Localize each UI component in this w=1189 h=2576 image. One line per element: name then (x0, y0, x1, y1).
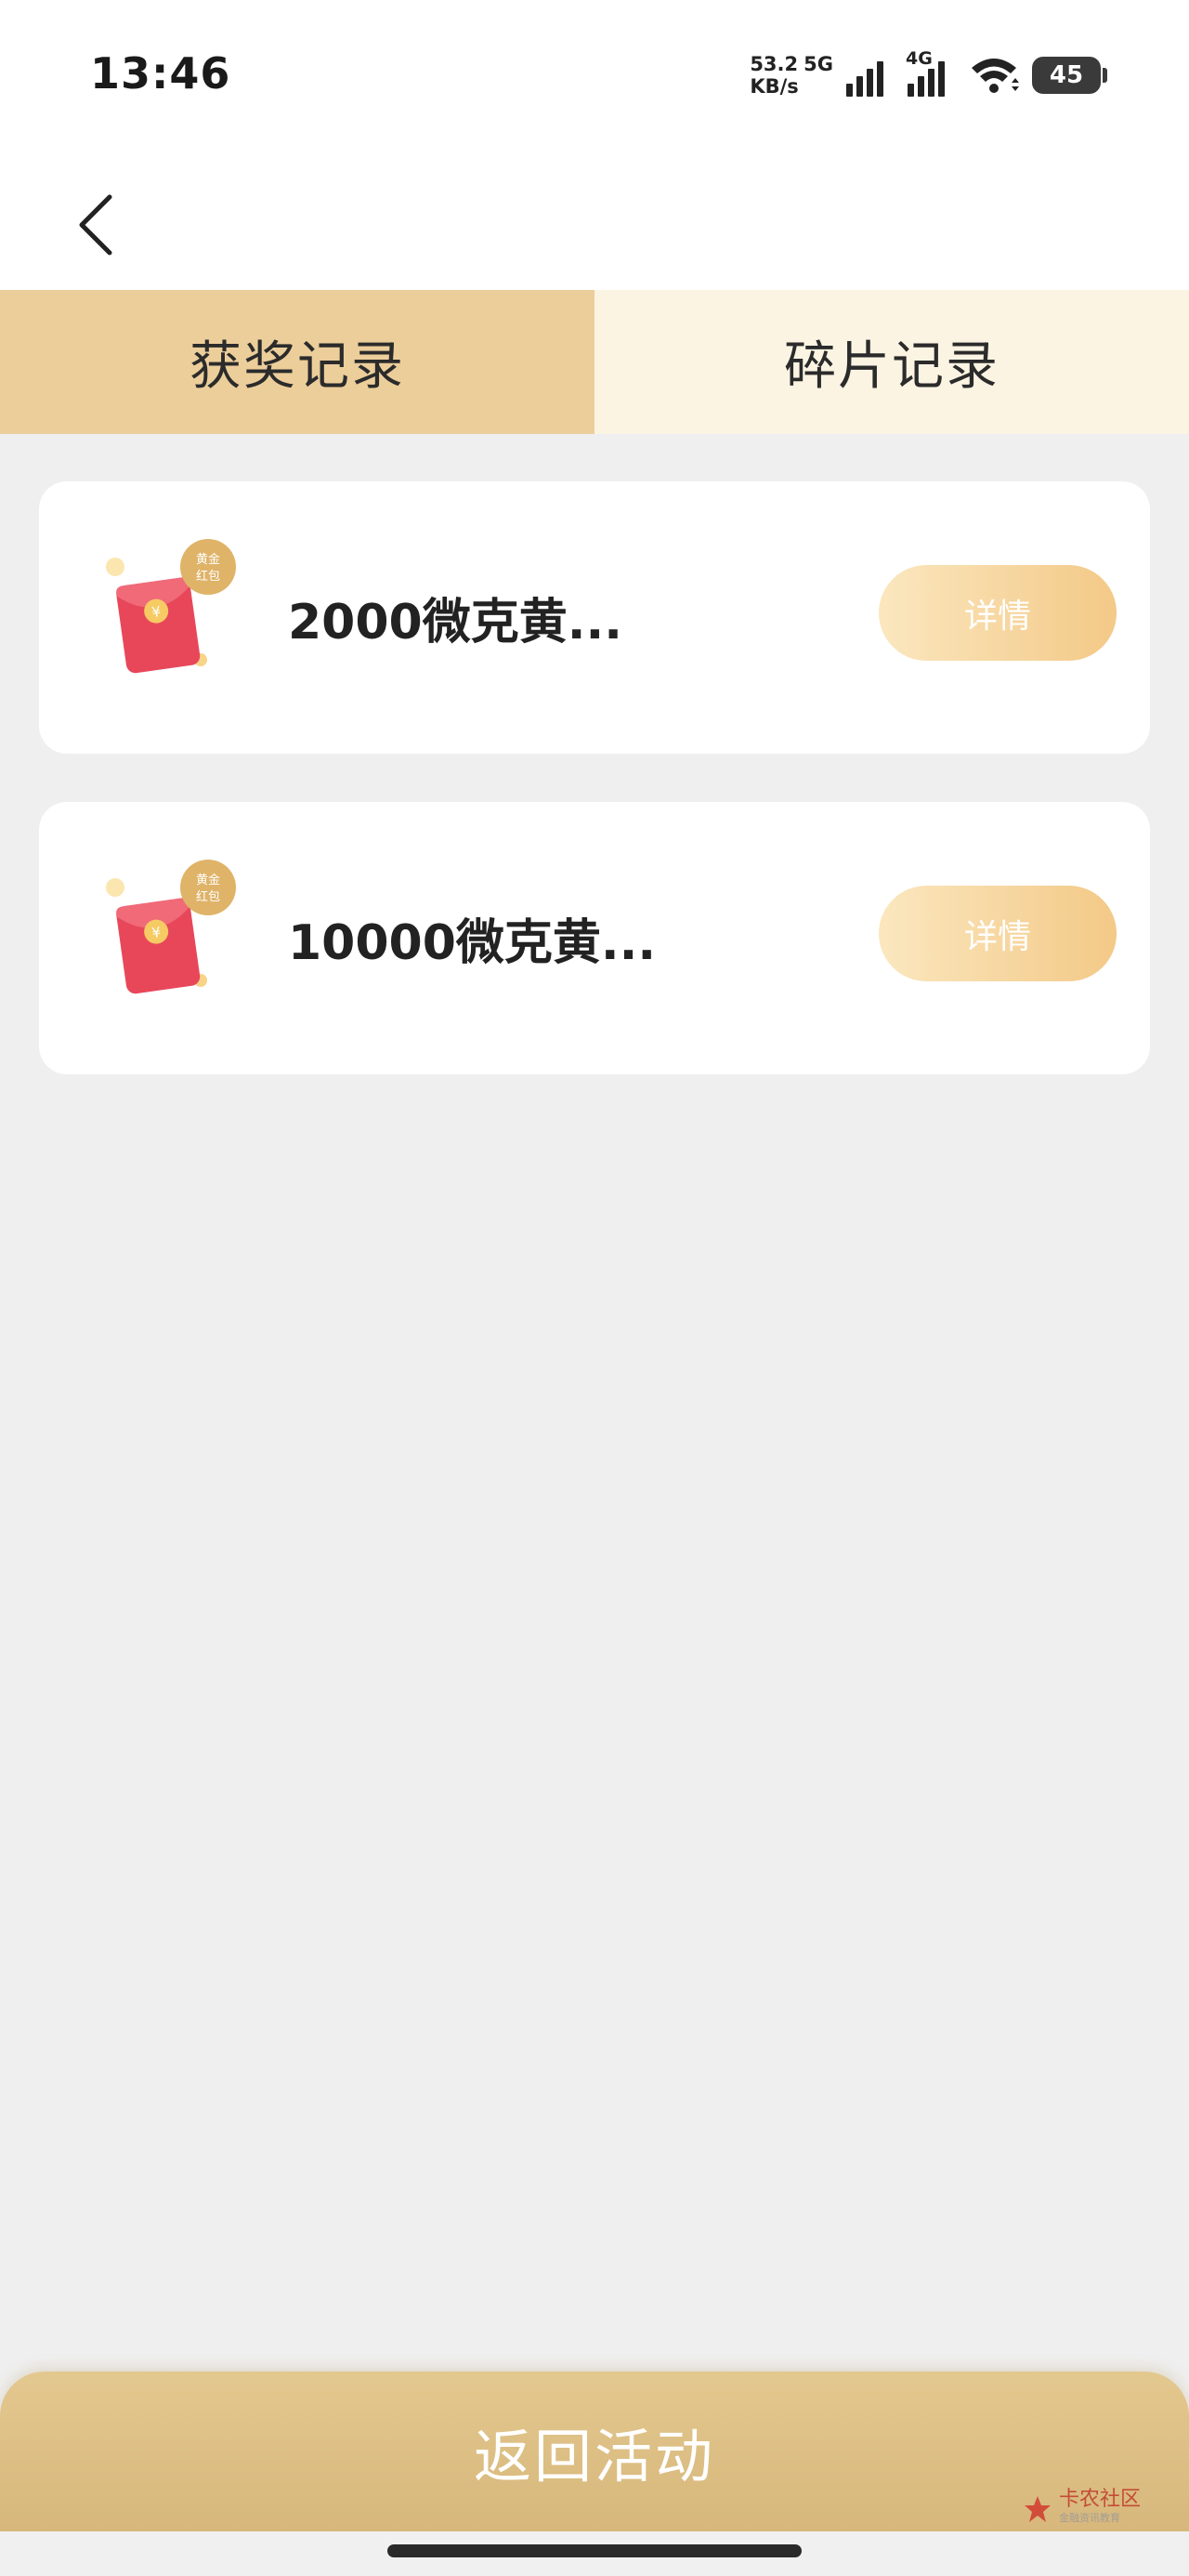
svg-text:红包: 红包 (196, 569, 220, 584)
record-tabs: 获奖记录 碎片记录 (0, 290, 1189, 434)
watermark-label: 卡农社区 (1058, 2488, 1141, 2511)
nav-bar (0, 149, 1189, 290)
svg-text:红包: 红包 (196, 889, 220, 904)
watermark-sub: 金融资讯教育 (1058, 2512, 1120, 2524)
svg-text:黄金: 黄金 (196, 552, 220, 567)
tab-award-records[interactable]: 获奖记录 (0, 290, 594, 434)
watermark-logo-icon (1024, 2496, 1051, 2522)
record-title: 10000微克黄... (288, 915, 657, 971)
network-type-5g: 5G (804, 53, 833, 75)
battery-level: 45 (1049, 61, 1084, 89)
return-to-activity-button[interactable]: 返回活动 (0, 2372, 1189, 2531)
signal-icon-5g (846, 54, 895, 97)
status-time: 13:46 (90, 48, 231, 99)
chevron-left-icon (79, 194, 112, 256)
network-type-4g: 4G (906, 48, 933, 69)
signal-icon-4g: 4G (906, 48, 956, 97)
detail-button[interactable]: 详情 (879, 565, 1117, 661)
award-record-list: ¥ 黄金 红包 2000微克黄... 详情 ¥ 黄金 红包 10000微克黄..… (39, 481, 1150, 1123)
network-speed-unit: KB/s (750, 75, 799, 98)
list-item: ¥ 黄金 红包 2000微克黄... 详情 (39, 481, 1150, 754)
back-button[interactable] (65, 186, 130, 260)
network-speed: 53.2 5G KB/s (750, 53, 833, 98)
record-title: 2000微克黄... (288, 595, 622, 651)
status-bar: 13:46 53.2 5G KB/s 4G 45 (0, 0, 1189, 149)
red-envelope-icon: ¥ 黄金 红包 (106, 539, 236, 674)
network-speed-value: 53.2 (750, 53, 799, 75)
tab-award-records-label: 获奖记录 (189, 336, 405, 397)
tab-fragment-records-label: 碎片记录 (784, 336, 1000, 397)
battery-icon: 45 (1032, 57, 1107, 94)
list-item: ¥ 黄金 红包 10000微克黄... 详情 (39, 802, 1150, 1074)
return-to-activity-label: 返回活动 (473, 2423, 715, 2491)
community-watermark: 卡农社区 金融资讯教育 (1022, 2488, 1141, 2528)
detail-button[interactable]: 详情 (879, 886, 1117, 981)
red-envelope-icon: ¥ 黄金 红包 (106, 860, 236, 994)
wifi-icon (972, 59, 1019, 93)
tab-fragment-records[interactable]: 碎片记录 (594, 290, 1189, 434)
home-indicator[interactable] (387, 2544, 802, 2557)
status-icons: 53.2 5G KB/s 4G 45 (750, 48, 1107, 99)
svg-text:黄金: 黄金 (196, 873, 220, 887)
